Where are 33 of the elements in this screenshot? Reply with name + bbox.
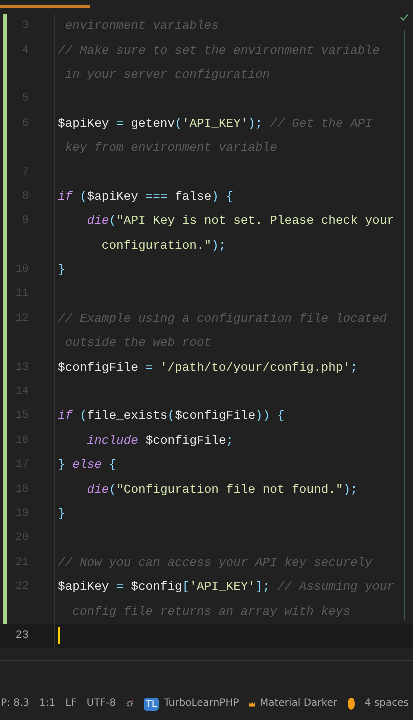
code-line: key from environment variable (64, 141, 278, 156)
code-line: } else { (58, 458, 117, 472)
cursor-position[interactable]: 1:1 (39, 697, 56, 711)
code-line: environment variables (64, 19, 219, 34)
code-line: include $configFile; (87, 434, 234, 448)
language-level[interactable]: P: 8.3 (1, 697, 30, 711)
code-line: config file returns an array with keys (72, 604, 351, 619)
project-badge: TL (144, 698, 160, 711)
indent-setting[interactable]: 4 spaces (364, 697, 409, 711)
code-line: die("Configuration file not found."); (87, 482, 358, 497)
text-caret (58, 627, 60, 644)
code-line: die("API Key is not set. Please check your (87, 214, 394, 228)
code-line: $apiKey = $config['API_KEY']; // Assuming your (58, 580, 394, 594)
line-number: 23 (14, 630, 29, 642)
code-line: // Now you can access your API key securely (58, 556, 372, 570)
code-line: // Make sure to set the environment variable (58, 44, 380, 58)
code-line: if ($apiKey === false) { (58, 190, 234, 204)
code-line: in your server configuration (64, 68, 270, 82)
check-icon (400, 14, 409, 21)
code-line: } (58, 263, 66, 278)
code-line: // Example using a configuration file located (58, 312, 388, 326)
theme-name[interactable]: Material Darker (260, 697, 338, 711)
project-name[interactable]: TurboLearnPHP (164, 697, 240, 711)
code-line: outside the web root (64, 336, 212, 350)
code-line: configuration."); (100, 238, 226, 253)
code-line: } (58, 507, 66, 521)
crown-icon (249, 700, 256, 709)
status-dot-icon[interactable] (348, 698, 355, 710)
file-encoding[interactable]: UTF-8 (86, 697, 116, 711)
line-ending[interactable]: LF (66, 697, 77, 711)
code-line: $configFile = '/path/to/your/config.php'; (58, 360, 358, 375)
code-line: if (file_exists($configFile)) { (58, 409, 285, 424)
code-line: $apiKey = getenv('API_KEY'); // Get the API (58, 116, 373, 131)
